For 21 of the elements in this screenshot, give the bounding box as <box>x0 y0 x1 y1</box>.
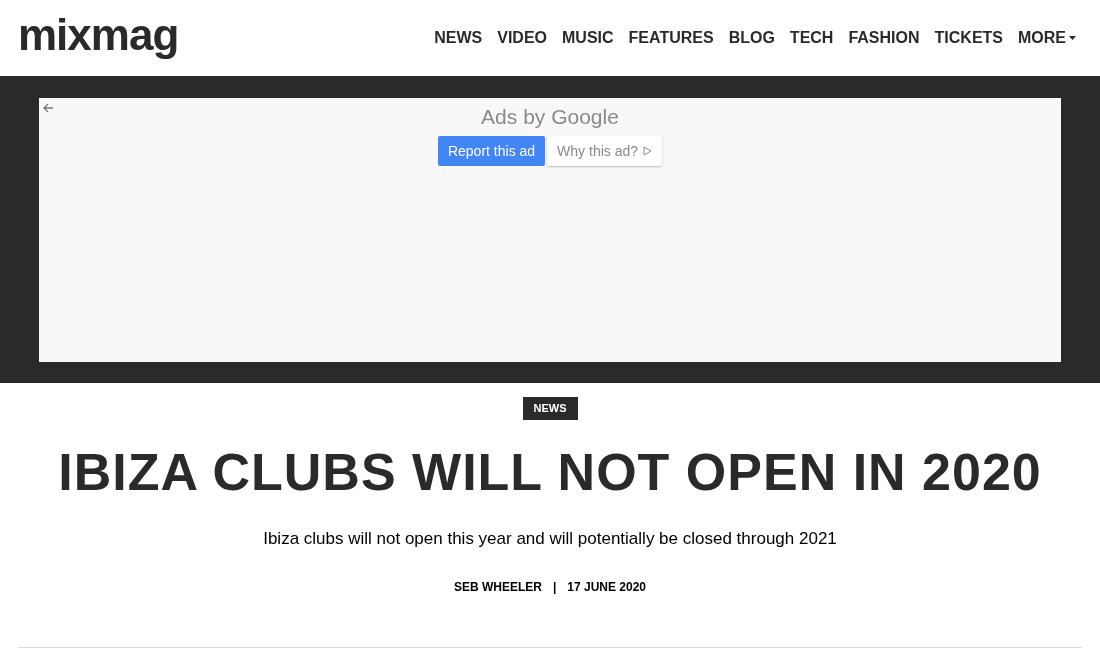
nav-link[interactable]: VIDEO <box>497 26 548 50</box>
why-ad-button[interactable]: Why this ad? <box>547 136 663 166</box>
nav-link[interactable]: NEWS <box>434 26 483 50</box>
nav-link[interactable]: BLOG <box>728 26 775 50</box>
nav-link[interactable]: MUSIC <box>562 26 614 50</box>
author-link[interactable]: SEB WHEELER <box>453 577 542 596</box>
headline: IBIZA CLUBS WILL NOT OPEN IN 2020 <box>58 442 1042 502</box>
nav-link[interactable]: TICKETS <box>934 26 1003 50</box>
report-ad-button[interactable]: Report this ad <box>437 136 546 166</box>
nav-link[interactable]: MORE <box>1018 26 1076 50</box>
back-arrow-icon[interactable] <box>42 103 54 113</box>
ad-title: Ads by Google <box>481 104 619 130</box>
publish-date: 17 JUNE 2020 <box>567 578 647 596</box>
standfirst: Ibiza clubs will not open this year and will potentially be closed through 2021 <box>263 528 837 550</box>
byline-separator: | <box>552 578 557 596</box>
nav-link[interactable]: TECH <box>789 26 834 50</box>
category-tag[interactable]: NEWS <box>522 397 578 420</box>
logo[interactable]: mixmag <box>18 13 179 63</box>
nav-link[interactable]: FASHION <box>848 26 920 50</box>
nav-link[interactable]: FEATURES <box>628 26 714 50</box>
play-icon <box>643 146 653 156</box>
